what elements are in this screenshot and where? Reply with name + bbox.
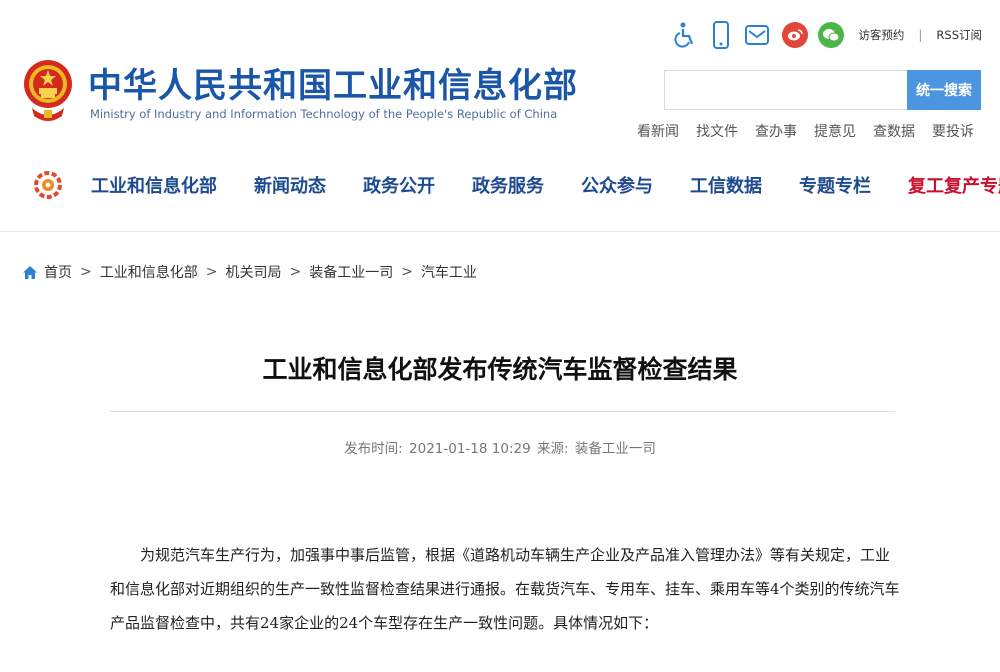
title-divider [110,411,895,412]
accessibility-icon[interactable] [670,20,700,50]
breadcrumb-separator: > [289,264,302,280]
breadcrumb-miit[interactable]: 工业和信息化部 [100,262,198,282]
source-value: 装备工业一司 [574,441,656,457]
breadcrumb-departments[interactable]: 机关司局 [225,262,281,282]
header-toolbar: 访客预约 | RSS订阅 [670,20,982,50]
breadcrumb-separator: > [205,264,218,280]
article-title: 工业和信息化部发布传统汽车监督检查结果 [262,355,738,384]
visitor-booking-link[interactable]: 访客预约 [858,27,904,43]
search-box: 统一搜索 [664,70,981,110]
nav-item-gov-info[interactable]: 政务公开 [363,172,435,198]
quick-link-news[interactable]: 看新闻 [637,121,679,141]
published-label: 发布时间: [344,441,403,457]
breadcrumb-equipment-dept[interactable]: 装备工业一司 [309,262,393,282]
quick-link-data[interactable]: 查数据 [873,121,915,141]
weibo-icon[interactable] [782,22,809,48]
breadcrumb: 首页 > 工业和信息化部 > 机关司局 > 装备工业一司 > 汽车工业 [22,262,477,282]
site-title[interactable]: 中华人民共和国工业和信息化部 [88,58,578,107]
article-paragraph: 为规范汽车生产行为，加强事中事后监管，根据《道路机动车辆生产企业及产品准入管理办… [110,546,900,632]
main-nav: 工业和信息化部 新闻动态 政务公开 政务服务 公众参与 工信数据 专题专栏 复工… [33,170,1000,200]
quick-links: 看新闻 找文件 查办事 提意见 查数据 要投诉 [637,121,974,141]
nav-item-topics[interactable]: 专题专栏 [799,172,871,198]
mobile-icon[interactable] [706,20,736,50]
published-time: 2021-01-18 10:29 [409,441,531,457]
nav-item-gov-service[interactable]: 政务服务 [472,172,544,198]
miit-logo-icon[interactable] [33,170,63,200]
home-icon[interactable] [22,265,38,280]
quick-link-feedback[interactable]: 提意见 [814,121,856,141]
breadcrumb-separator: > [401,264,413,280]
article-meta: 发布时间: 2021-01-18 10:29 来源: 装备工业一司 [0,437,1000,457]
search-input[interactable] [664,70,907,110]
quick-link-complaint[interactable]: 要投诉 [932,121,974,141]
breadcrumb-separator: > [80,264,92,280]
nav-item-news[interactable]: 新闻动态 [254,172,326,198]
breadcrumb-auto-industry[interactable]: 汽车工业 [421,262,477,282]
nav-item-resumption[interactable]: 复工复产专题 [908,172,1000,198]
source-label: 来源: [536,441,569,457]
site-subtitle: Ministry of Industry and Information Tec… [90,107,558,121]
toolbar-separator: | [918,28,923,42]
wechat-icon[interactable] [818,22,845,48]
nav-item-data[interactable]: 工信数据 [690,172,762,198]
nav-item-miit[interactable]: 工业和信息化部 [91,172,217,198]
site-header: 中华人民共和国工业和信息化部 Ministry of Industry and … [0,0,1000,232]
nav-item-participation[interactable]: 公众参与 [581,172,653,198]
national-emblem-icon[interactable] [22,50,74,130]
quick-link-files[interactable]: 找文件 [696,121,738,141]
quick-link-services[interactable]: 查办事 [755,121,797,141]
breadcrumb-home[interactable]: 首页 [44,262,72,282]
rss-link[interactable]: RSS订阅 [936,27,982,43]
mail-icon[interactable] [742,20,772,50]
search-button[interactable]: 统一搜索 [907,70,981,110]
